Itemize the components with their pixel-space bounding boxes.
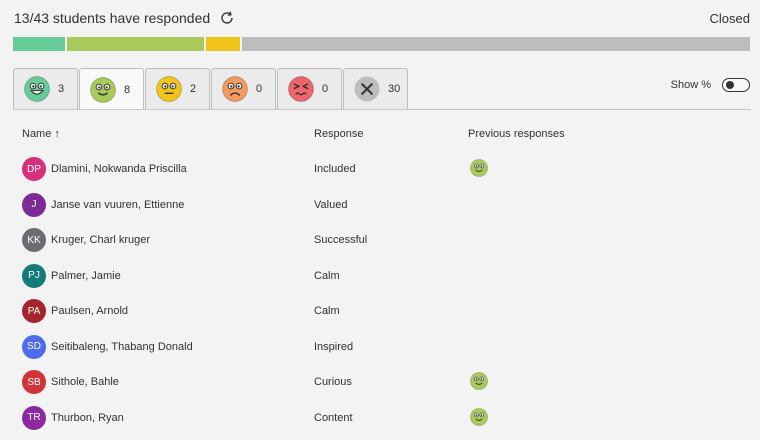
tab-divider [13, 109, 751, 110]
avatar: PJ [22, 263, 46, 288]
progress-segment [13, 37, 65, 51]
student-response: Valued [314, 198, 348, 211]
response-count-title: 13/43 students have responded [14, 10, 211, 26]
very-sad-face-icon [288, 76, 314, 102]
avatar: TR [22, 405, 46, 430]
avatar: KK [22, 228, 46, 252]
progress-segment [205, 37, 241, 51]
no-response-icon [354, 76, 380, 102]
student-row[interactable]: SD Seitibaleng, Thabang Donald Inspired [13, 329, 751, 365]
tab-very-sad-face[interactable]: 0 [277, 68, 342, 109]
student-row[interactable]: TR Thurbon, Ryan Content [13, 400, 751, 436]
tab-count: 8 [124, 83, 131, 96]
response-filter-tabs: 3 8 2 0 0 30 [13, 68, 409, 110]
tab-count: 2 [190, 83, 197, 95]
tab-count: 0 [322, 83, 329, 95]
tab-very-happy-face[interactable]: 3 [13, 68, 78, 109]
show-percent-label: Show % [670, 79, 711, 91]
student-response: Curious [314, 376, 352, 388]
column-header-name[interactable]: Name ↑ [22, 128, 60, 140]
student-row[interactable]: SB Sithole, Bahle Curious [13, 364, 751, 400]
tab-sad-face[interactable]: 0 [211, 68, 276, 109]
student-response: Content [314, 411, 353, 424]
student-name: Paulsen, Arnold [51, 305, 129, 317]
student-name: Palmer, Jamie [51, 269, 121, 282]
student-name: Dlamini, Nokwanda Priscilla [51, 163, 187, 175]
happy-face-icon [470, 372, 488, 390]
student-response: Calm [314, 269, 340, 282]
column-header-previous: Previous responses [468, 128, 565, 140]
neutral-face-icon [156, 76, 182, 102]
avatar: SB [22, 370, 46, 394]
sad-face-icon [222, 76, 248, 102]
student-name: Sithole, Bahle [51, 376, 119, 388]
student-name: Janse van vuuren, Ettienne [51, 198, 185, 211]
avatar: SD [22, 334, 46, 359]
student-response: Included [314, 163, 356, 175]
session-status: Closed [709, 10, 750, 26]
show-percent-control: Show % [671, 78, 750, 92]
student-row[interactable]: KK Kruger, Charl kruger Successful [13, 222, 751, 258]
student-row[interactable]: PJ Palmer, Jamie Calm [13, 258, 751, 294]
happy-face-icon [90, 76, 116, 103]
refresh-icon[interactable] [219, 10, 235, 26]
progress-segment [66, 37, 204, 51]
show-percent-toggle[interactable] [722, 78, 750, 92]
tab-neutral-face[interactable]: 2 [145, 68, 210, 109]
tab-count: 3 [58, 83, 65, 95]
response-progress-bar [13, 37, 750, 51]
happy-face-icon [470, 407, 488, 426]
toggle-knob [726, 81, 734, 89]
tab-happy-face[interactable]: 8 [79, 68, 144, 110]
avatar: J [22, 192, 46, 217]
very-happy-face-icon [24, 76, 50, 102]
happy-face-icon [470, 159, 488, 177]
student-response: Calm [314, 305, 340, 317]
header: 13/43 students have responded Closed [14, 8, 750, 28]
student-name: Seitibaleng, Thabang Donald [51, 340, 193, 353]
student-row[interactable]: DP Dlamini, Nokwanda Priscilla Included [13, 151, 751, 187]
tab-count: 30 [388, 83, 401, 95]
student-name: Kruger, Charl kruger [51, 234, 151, 246]
student-response: Inspired [314, 340, 354, 353]
column-header-response: Response [314, 128, 364, 140]
student-name: Thurbon, Ryan [51, 411, 124, 424]
student-row[interactable]: J Janse van vuuren, Ettienne Valued [13, 187, 751, 223]
tab-no-response[interactable]: 30 [343, 68, 408, 109]
avatar: PA [22, 299, 46, 323]
student-response: Successful [314, 234, 368, 246]
avatar: DP [22, 157, 46, 181]
tab-count: 0 [256, 83, 263, 95]
student-row[interactable]: PA Paulsen, Arnold Calm [13, 293, 751, 329]
progress-segment [242, 37, 750, 51]
